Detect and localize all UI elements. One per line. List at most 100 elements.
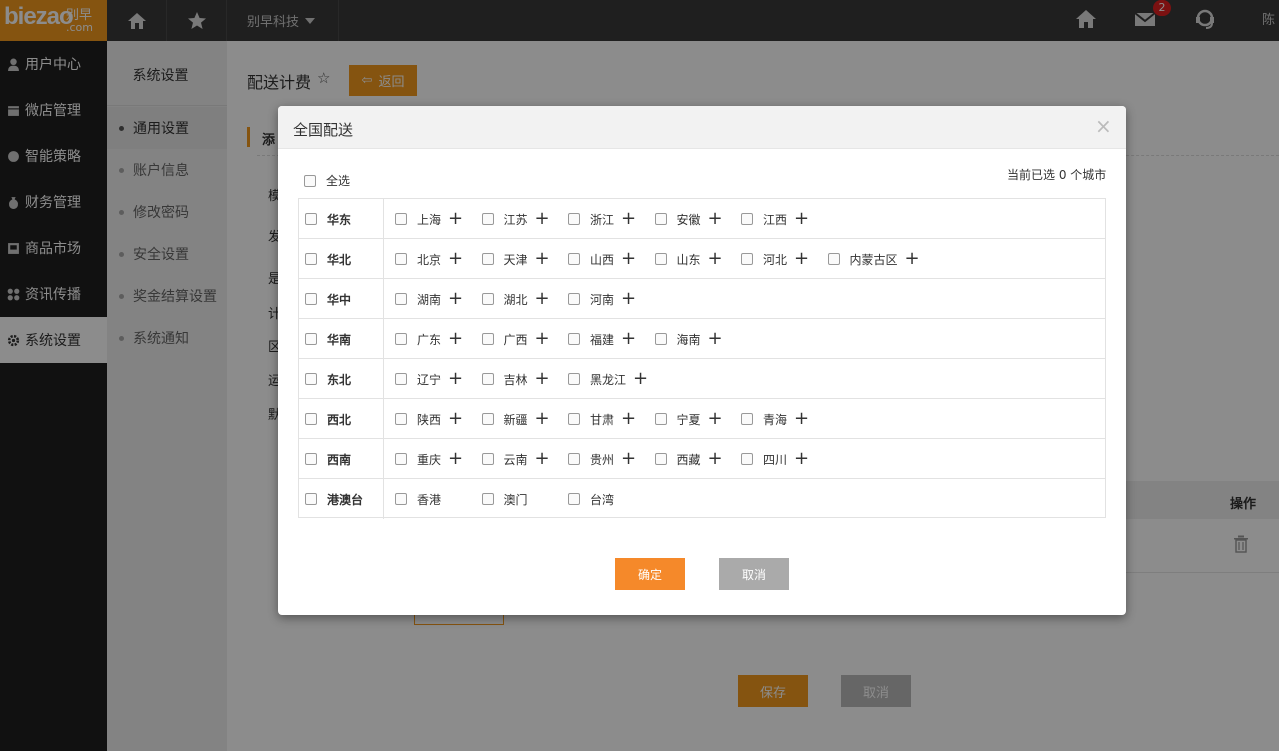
expand-plus-icon[interactable]: + (535, 450, 550, 468)
region-checkbox[interactable]: 东北 (299, 359, 384, 399)
checkbox[interactable] (741, 413, 753, 425)
province-checkbox[interactable]: 黑龙江 + (568, 359, 648, 399)
cancel-button[interactable]: 取消 (719, 558, 789, 590)
checkbox[interactable] (481, 293, 494, 305)
expand-plus-icon[interactable]: + (621, 250, 636, 268)
province-checkbox[interactable]: 台湾 (568, 479, 614, 519)
checkbox[interactable] (481, 333, 494, 345)
checkbox[interactable] (654, 253, 667, 265)
checkbox[interactable] (568, 493, 580, 505)
checkbox[interactable] (481, 453, 494, 465)
province-checkbox[interactable]: 西藏 + (654, 439, 723, 479)
region-checkbox[interactable]: 华北 (299, 239, 384, 279)
checkbox[interactable] (481, 213, 494, 225)
expand-plus-icon[interactable]: + (708, 210, 723, 228)
expand-plus-icon[interactable]: + (621, 210, 636, 228)
expand-plus-icon[interactable]: + (448, 370, 463, 388)
checkbox[interactable] (481, 413, 494, 425)
checkbox[interactable] (568, 293, 580, 305)
checkbox[interactable] (395, 453, 407, 465)
checkbox[interactable] (395, 333, 407, 345)
province-checkbox[interactable]: 福建 + (568, 319, 636, 359)
expand-plus-icon[interactable]: + (708, 410, 723, 428)
expand-plus-icon[interactable]: + (535, 330, 550, 348)
checkbox[interactable] (481, 493, 494, 505)
checkbox[interactable] (304, 174, 316, 187)
expand-plus-icon[interactable]: + (448, 410, 463, 428)
checkbox[interactable] (395, 213, 407, 225)
province-checkbox[interactable]: 海南 + (654, 319, 723, 359)
province-checkbox[interactable]: 上海 + (395, 199, 463, 239)
checkbox[interactable] (568, 373, 580, 385)
confirm-button[interactable]: 确定 (615, 558, 685, 590)
province-checkbox[interactable]: 广西 + (481, 319, 550, 359)
province-checkbox[interactable]: 甘肃 + (568, 399, 636, 439)
checkbox[interactable] (741, 253, 753, 265)
checkbox[interactable] (395, 373, 407, 385)
province-checkbox[interactable]: 吉林 + (481, 359, 550, 399)
region-checkbox[interactable]: 西北 (299, 399, 384, 439)
province-checkbox[interactable]: 宁夏 + (654, 399, 723, 439)
checkbox[interactable] (568, 213, 580, 225)
checkbox[interactable] (568, 413, 580, 425)
checkbox[interactable] (305, 493, 317, 505)
province-checkbox[interactable]: 河南 + (568, 279, 636, 319)
expand-plus-icon[interactable]: + (535, 210, 550, 228)
checkbox[interactable] (305, 253, 317, 265)
province-checkbox[interactable]: 贵州 + (568, 439, 636, 479)
expand-plus-icon[interactable]: + (448, 330, 463, 348)
expand-plus-icon[interactable]: + (448, 210, 463, 228)
province-checkbox[interactable]: 江苏 + (481, 199, 550, 239)
checkbox[interactable] (305, 213, 317, 225)
province-checkbox[interactable]: 重庆 + (395, 439, 463, 479)
province-checkbox[interactable]: 江西 + (741, 199, 809, 239)
checkbox[interactable] (395, 493, 407, 505)
checkbox[interactable] (568, 253, 580, 265)
expand-plus-icon[interactable]: + (621, 450, 636, 468)
expand-plus-icon[interactable]: + (905, 250, 920, 268)
checkbox[interactable] (654, 453, 667, 465)
expand-plus-icon[interactable]: + (708, 330, 723, 348)
province-checkbox[interactable]: 山西 + (568, 239, 636, 279)
expand-plus-icon[interactable]: + (448, 450, 463, 468)
expand-plus-icon[interactable]: + (535, 410, 550, 428)
province-checkbox[interactable]: 安徽 + (654, 199, 723, 239)
expand-plus-icon[interactable]: + (448, 290, 463, 308)
expand-plus-icon[interactable]: + (794, 450, 809, 468)
checkbox[interactable] (741, 213, 753, 225)
checkbox[interactable] (481, 253, 494, 265)
expand-plus-icon[interactable]: + (448, 250, 463, 268)
expand-plus-icon[interactable]: + (535, 290, 550, 308)
checkbox[interactable] (305, 333, 317, 345)
checkbox[interactable] (395, 253, 407, 265)
region-checkbox[interactable]: 华南 (299, 319, 384, 359)
checkbox[interactable] (305, 373, 317, 385)
province-checkbox[interactable]: 香港 (395, 479, 441, 519)
province-checkbox[interactable]: 新疆 + (481, 399, 550, 439)
close-icon[interactable]: × (1095, 116, 1112, 136)
checkbox[interactable] (305, 293, 317, 305)
province-checkbox[interactable]: 青海 + (741, 399, 809, 439)
expand-plus-icon[interactable]: + (621, 290, 636, 308)
province-checkbox[interactable]: 澳门 (481, 479, 528, 519)
expand-plus-icon[interactable]: + (535, 370, 550, 388)
province-checkbox[interactable]: 云南 + (481, 439, 550, 479)
expand-plus-icon[interactable]: + (708, 450, 723, 468)
province-checkbox[interactable]: 广东 + (395, 319, 463, 359)
province-checkbox[interactable]: 北京 + (395, 239, 463, 279)
checkbox[interactable] (395, 413, 407, 425)
expand-plus-icon[interactable]: + (633, 370, 648, 388)
expand-plus-icon[interactable]: + (794, 210, 809, 228)
region-checkbox[interactable]: 华中 (299, 279, 384, 319)
expand-plus-icon[interactable]: + (621, 410, 636, 428)
province-checkbox[interactable]: 四川 + (741, 439, 809, 479)
province-checkbox[interactable]: 河北 + (741, 239, 809, 279)
checkbox[interactable] (305, 413, 317, 425)
province-checkbox[interactable]: 内蒙古区 + (827, 239, 920, 279)
province-checkbox[interactable]: 陕西 + (395, 399, 463, 439)
expand-plus-icon[interactable]: + (535, 250, 550, 268)
checkbox[interactable] (654, 413, 667, 425)
checkbox[interactable] (827, 253, 840, 265)
region-checkbox[interactable]: 华东 (299, 199, 384, 239)
checkbox[interactable] (305, 453, 317, 465)
